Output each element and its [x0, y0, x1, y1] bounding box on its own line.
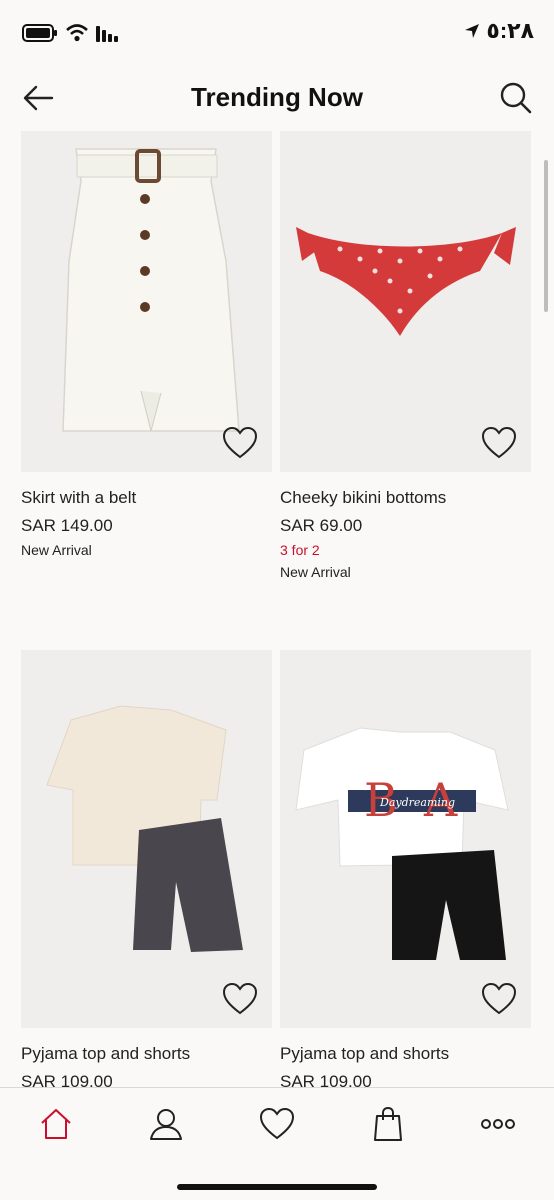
search-button[interactable] — [498, 80, 532, 114]
product-card[interactable]: Cheeky bikini bottoms SAR 69.00 3 for 2 … — [280, 131, 531, 580]
tab-bag[interactable] — [368, 1104, 408, 1144]
wifi-icon — [66, 24, 88, 42]
signal-icon — [96, 26, 118, 42]
battery-icon — [22, 24, 57, 42]
product-image[interactable] — [21, 131, 272, 472]
bag-icon — [374, 1106, 402, 1141]
product-card[interactable]: Skirt with a belt SAR 149.00 New Arrival — [21, 131, 272, 558]
wishlist-button[interactable] — [481, 426, 517, 460]
print-script: Daydreaming — [379, 796, 455, 809]
header: Trending Now — [0, 66, 554, 130]
tab-more[interactable] — [478, 1104, 518, 1144]
home-icon — [41, 1109, 71, 1139]
scrollbar[interactable] — [544, 160, 548, 312]
heart-icon — [222, 426, 258, 459]
location-arrow-icon — [465, 24, 480, 38]
tab-home[interactable] — [36, 1104, 76, 1144]
heart-icon — [481, 426, 517, 459]
tab-bar — [0, 1087, 554, 1200]
product-image[interactable] — [21, 650, 272, 1028]
product-price: SAR 109.00 — [280, 1072, 372, 1088]
heart-icon — [222, 982, 258, 1015]
status-bar: ٥:٢٨ — [0, 0, 554, 66]
product-price: SAR 109.00 — [21, 1072, 113, 1088]
status-time-text: ٥:٢٨ — [486, 18, 534, 43]
skirt-illustration — [62, 148, 240, 432]
favourites-icon — [259, 1107, 295, 1140]
wishlist-button[interactable] — [222, 982, 258, 1016]
more-icon — [481, 1119, 515, 1129]
status-time: ٥:٢٨ — [464, 18, 534, 44]
product-grid: Skirt with a belt SAR 149.00 New Arrival — [0, 131, 554, 1088]
pyjama-illustration — [46, 705, 243, 952]
product-name[interactable]: Cheeky bikini bottoms — [280, 488, 531, 508]
bikini-illustration — [296, 227, 516, 336]
product-image[interactable] — [280, 131, 531, 472]
tab-favourites[interactable] — [257, 1104, 297, 1144]
wishlist-button[interactable] — [481, 982, 517, 1016]
heart-icon — [481, 982, 517, 1015]
product-price: SAR 69.00 — [280, 516, 363, 535]
product-badge: New Arrival — [21, 542, 92, 558]
tab-account[interactable] — [146, 1104, 186, 1144]
search-icon — [500, 82, 532, 114]
home-indicator[interactable] — [177, 1184, 377, 1190]
account-icon — [150, 1109, 182, 1140]
product-promo: 3 for 2 — [280, 542, 320, 558]
product-badge: New Arrival — [280, 564, 351, 580]
product-card[interactable]: B A Daydreaming Pyjama top and shorts SA… — [280, 650, 531, 1088]
product-image[interactable]: B A Daydreaming — [280, 650, 531, 1028]
product-name[interactable]: Pyjama top and shorts — [21, 1044, 272, 1064]
product-name[interactable]: Skirt with a belt — [21, 488, 272, 508]
pyjama-print-illustration: B A Daydreaming — [295, 727, 509, 960]
wishlist-button[interactable] — [222, 426, 258, 460]
product-card[interactable]: Pyjama top and shorts SAR 109.00 — [21, 650, 272, 1088]
page-title: Trending Now — [191, 82, 363, 112]
status-icons — [22, 24, 120, 42]
product-price: SAR 149.00 — [21, 516, 113, 535]
product-name[interactable]: Pyjama top and shorts — [280, 1044, 531, 1064]
